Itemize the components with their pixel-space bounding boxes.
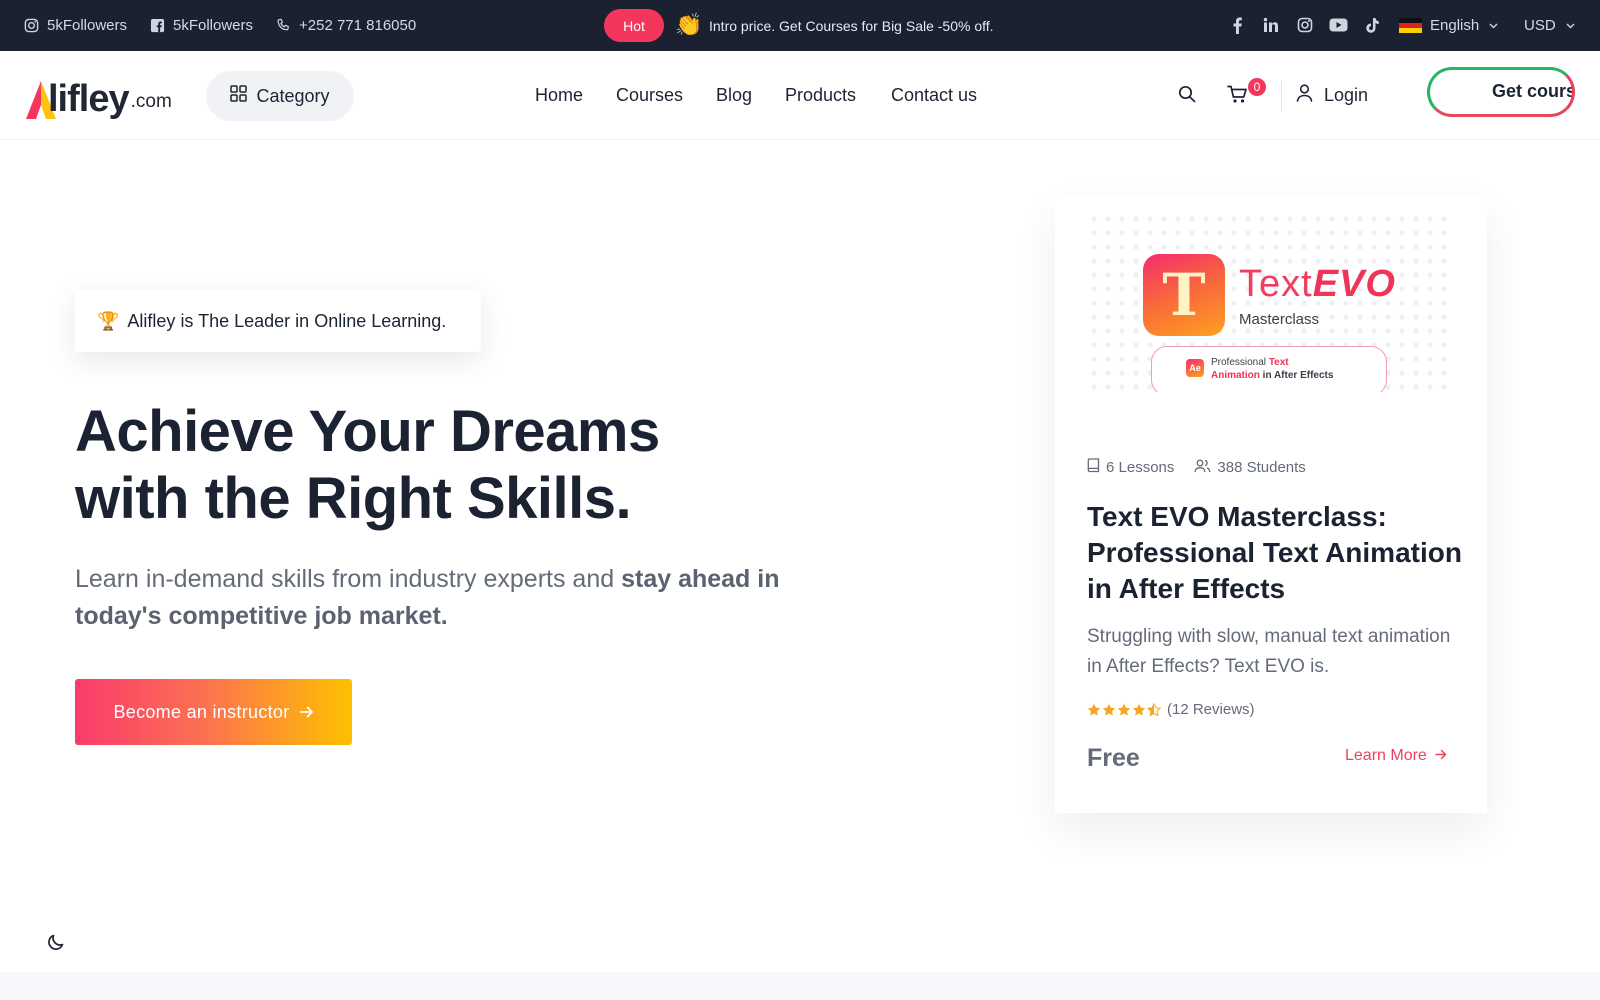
instagram-followers-label: 5kFollowers [47, 17, 128, 34]
thumbnail-title: TextEVO [1239, 263, 1396, 305]
instagram-followers-link[interactable]: 5kFollowers [24, 0, 127, 51]
reviews-count: (12 Reviews) [1167, 701, 1255, 718]
nav-blog[interactable]: Blog [716, 51, 752, 140]
course-meta: 6 Lessons 388 Students [1087, 458, 1326, 477]
arrow-right-icon [1435, 747, 1447, 765]
login-button[interactable]: Login [1296, 51, 1368, 140]
logo-word: lifley [48, 78, 130, 120]
facebook-followers-link[interactable]: 5kFollowers [150, 0, 253, 51]
star-icon [1117, 703, 1131, 716]
promo-text: Intro price. Get Courses for Big Sale -5… [709, 17, 994, 34]
hero-subtitle-plain: Learn in-demand skills from industry exp… [75, 565, 622, 593]
star-icon [1087, 703, 1101, 716]
leader-badge-text: Alifley is The Leader in Online Learning… [127, 310, 447, 331]
main-header: lifley .com Category Home Courses Blog P… [0, 51, 1600, 140]
tiktok-icon[interactable] [1362, 15, 1382, 35]
lessons-count: 6 Lessons [1087, 458, 1174, 477]
get-course-label: Get course [1492, 81, 1572, 101]
facebook-square-icon [150, 18, 165, 33]
nav-contact-us[interactable]: Contact us [891, 51, 977, 140]
language-label: English [1430, 17, 1480, 34]
login-label: Login [1324, 85, 1369, 105]
trophy-icon: 🏆 [97, 310, 120, 331]
learn-more-label: Learn More [1345, 747, 1427, 764]
grid-icon [230, 85, 248, 107]
hot-badge: Hot [604, 9, 664, 42]
course-rating: (12 Reviews) [1087, 701, 1255, 718]
chevron-down-icon [1489, 23, 1498, 29]
thumbnail-badge: Ae Professional Text Animation in After … [1151, 346, 1387, 392]
chevron-down-icon [1566, 23, 1575, 29]
instagram-icon [24, 18, 39, 33]
after-effects-icon: Ae [1186, 359, 1204, 377]
become-instructor-button[interactable]: Become an instructor [75, 679, 352, 745]
hero-title-line2: with the Right Skills. [75, 466, 632, 531]
logo-domain: .com [130, 91, 172, 112]
site-logo[interactable]: lifley .com [26, 69, 172, 121]
category-label: Category [256, 85, 330, 106]
thumbnail-badge-text: Professional Text Animation in After Eff… [1211, 357, 1334, 381]
hero-subtitle: Learn in-demand skills from industry exp… [75, 561, 835, 635]
learn-more-link[interactable]: Learn More [1345, 747, 1447, 765]
phone-link[interactable]: +252 771 816050 [276, 0, 416, 51]
book-icon [1087, 458, 1100, 477]
course-price: Free [1087, 744, 1140, 772]
users-icon [1194, 459, 1211, 477]
course-card[interactable]: T TextEVO Masterclass Ae Professional Te… [1055, 196, 1487, 813]
star-icon [1102, 703, 1116, 716]
star-rating [1087, 702, 1161, 717]
star-half-icon [1147, 702, 1161, 717]
students-count: 388 Students [1194, 459, 1306, 477]
arrow-right-icon [299, 702, 314, 723]
star-icon [1132, 703, 1146, 716]
currency-label: USD [1524, 17, 1556, 34]
next-section-edge [0, 972, 1600, 1000]
thumbnail-subtitle: Masterclass [1239, 311, 1320, 328]
user-icon [1296, 84, 1313, 107]
facebook-icon[interactable] [1227, 15, 1247, 35]
nav-courses[interactable]: Courses [616, 51, 683, 140]
dark-mode-toggle-moon-icon[interactable] [46, 932, 68, 954]
nav-home[interactable]: Home [535, 51, 583, 140]
youtube-icon[interactable] [1328, 15, 1348, 35]
course-description: Struggling with slow, manual text animat… [1087, 626, 1451, 677]
top-bar: 5kFollowers 5kFollowers +252 771 816050 … [0, 0, 1600, 51]
cart-icon[interactable] [1226, 84, 1248, 104]
facebook-followers-label: 5kFollowers [173, 17, 254, 34]
header-divider [1281, 80, 1282, 112]
cart-count-badge: 0 [1248, 78, 1266, 96]
clapping-hands-icon: 👏 [675, 12, 703, 37]
hero-title: Achieve Your Dreams with the Right Skill… [75, 398, 775, 532]
language-selector[interactable]: English [1399, 0, 1498, 51]
leader-badge: 🏆 Alifley is The Leader in Online Learni… [75, 290, 481, 352]
phone-icon [276, 18, 291, 33]
get-course-button[interactable]: Get course [1427, 67, 1575, 117]
currency-selector[interactable]: USD [1524, 0, 1575, 51]
course-thumbnail[interactable]: T TextEVO Masterclass Ae Professional Te… [1087, 212, 1453, 392]
search-icon[interactable] [1177, 84, 1197, 104]
phone-number: +252 771 816050 [299, 17, 417, 34]
linkedin-icon[interactable] [1261, 15, 1281, 35]
nav-products[interactable]: Products [785, 51, 856, 140]
instagram-icon[interactable] [1295, 15, 1315, 35]
course-title[interactable]: Text EVO Masterclass: Professional Text … [1087, 499, 1467, 607]
hero-title-line1: Achieve Your Dreams [75, 399, 660, 464]
german-flag-icon [1399, 17, 1422, 34]
become-instructor-label: Become an instructor [113, 701, 290, 722]
textevo-logo-icon: T [1143, 254, 1225, 336]
category-button[interactable]: Category [206, 71, 354, 121]
